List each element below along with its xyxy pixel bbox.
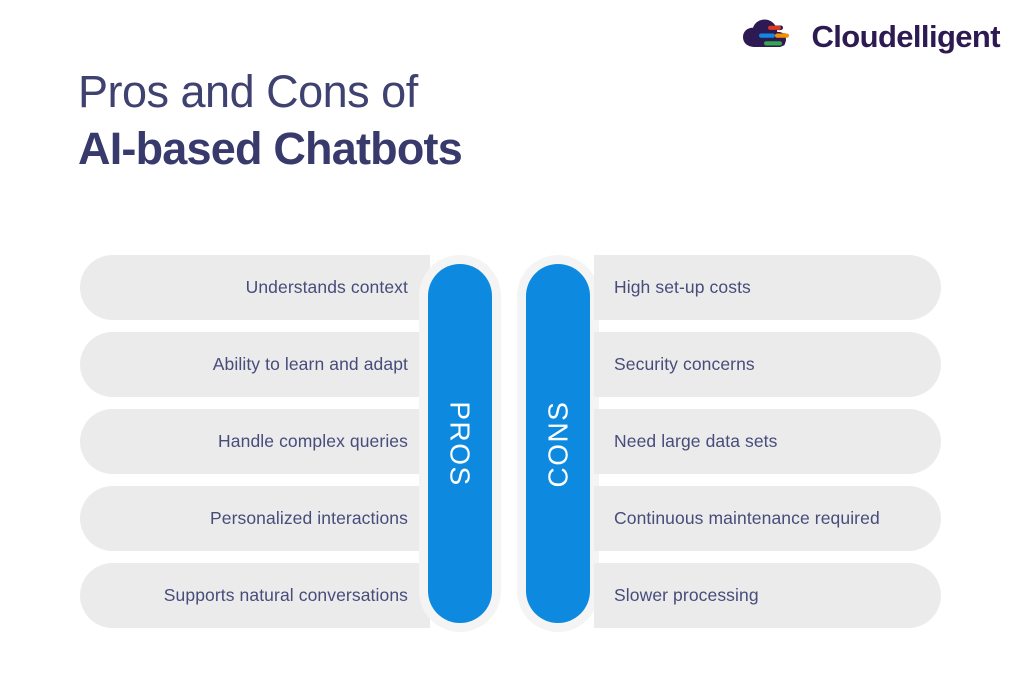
list-item: Understands context [80,255,430,320]
pros-item-label: Ability to learn and adapt [212,354,408,374]
cloud-logo-icon [741,16,801,56]
list-item: Personalized interactions [80,486,430,551]
list-item: Slower processing [594,563,941,628]
list-item: Supports natural conversations [80,563,430,628]
list-item: Continuous maintenance required [594,486,941,551]
brand-logo: Cloudelligent [741,16,1001,56]
cons-label: CONS [542,400,573,487]
page-title-line-1: Pros and Cons of [78,66,418,117]
list-item: Security concerns [594,332,941,397]
cons-item-label: Continuous maintenance required [614,508,880,528]
pros-bar: PROS [428,264,492,623]
cons-item-label: Security concerns [614,354,755,374]
pros-list: Understands context Ability to learn and… [80,255,430,628]
list-item: Need large data sets [594,409,941,474]
cons-item-label: Slower processing [614,585,759,605]
list-item: Ability to learn and adapt [80,332,430,397]
page-title-line-2: AI-based Chatbots [78,122,463,174]
list-item: Handle complex queries [80,409,430,474]
cons-bar: CONS [526,264,590,623]
brand-wordmark: Cloudelligent [811,18,1000,54]
cons-list: High set-up costs Security concerns Need… [594,255,941,628]
cons-item-label: High set-up costs [614,277,751,297]
pros-label: PROS [445,400,477,487]
cons-item-label: Need large data sets [614,431,778,451]
pros-item-label: Handle complex queries [218,431,408,451]
pros-item-label: Understands context [245,277,408,297]
pros-item-label: Supports natural conversations [163,585,408,605]
page-title: Pros and Cons of AI-based Chatbots [78,66,463,174]
pros-cons-comparison: Understands context Ability to learn and… [0,255,1024,635]
pros-column-header: PROS [419,255,501,632]
list-item: High set-up costs [594,255,941,320]
pros-item-label: Personalized interactions [209,508,408,528]
cons-column-header: CONS [517,255,599,632]
